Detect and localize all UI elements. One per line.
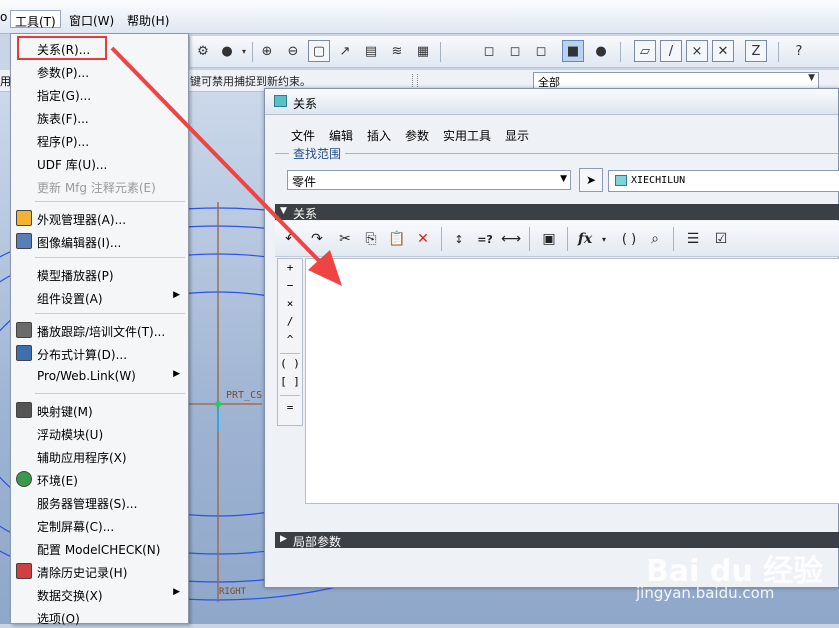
baidu-watermark: Bai du 经验 jingyan.baidu.com — [628, 530, 828, 620]
watermark-url: jingyan.baidu.com — [636, 584, 775, 602]
annotation-arrow-line — [110, 46, 328, 270]
